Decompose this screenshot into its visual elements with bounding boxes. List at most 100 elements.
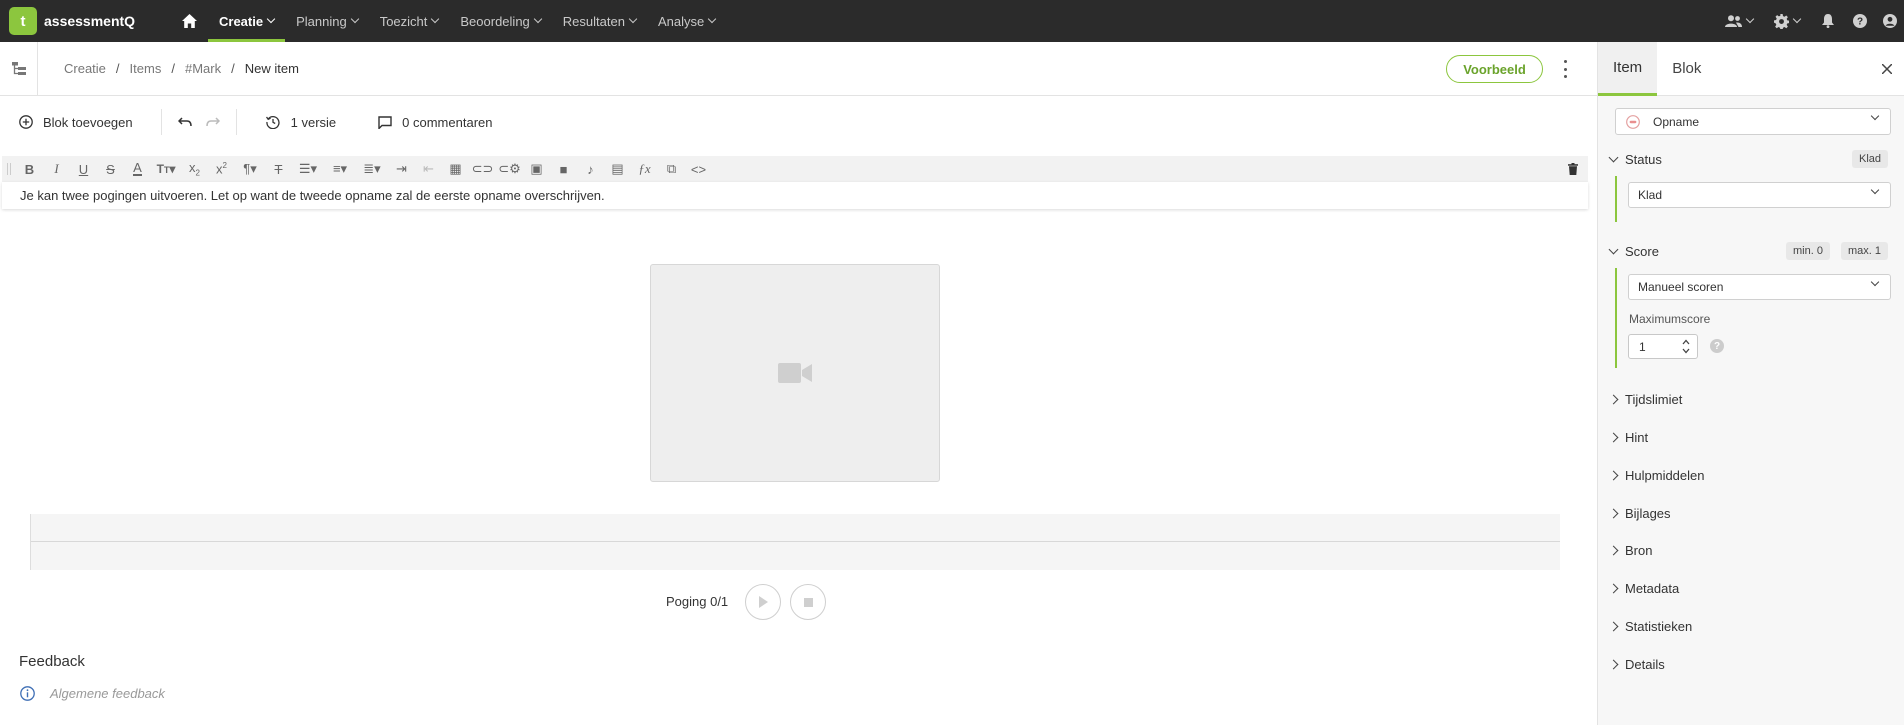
tab-blok[interactable]: Blok: [1657, 42, 1716, 96]
nav-analyse[interactable]: Analyse: [647, 0, 726, 42]
chevron-down-icon: [1745, 14, 1755, 24]
comments-label: 0 commentaren: [402, 114, 493, 130]
chevron-down-icon: [1608, 244, 1619, 255]
bold-icon: B: [24, 161, 35, 177]
stop-button[interactable]: [790, 584, 826, 620]
delete-block-button[interactable]: [1559, 157, 1586, 181]
nav-beoordeling[interactable]: Beoordeling: [449, 0, 551, 42]
versions-button[interactable]: 1 versie: [265, 107, 336, 137]
bullet-list-button[interactable]: ☰▾: [292, 157, 324, 181]
formula-button[interactable]: ƒx: [631, 157, 658, 181]
section-label: Bijlages: [1625, 506, 1671, 521]
score-mode-select[interactable]: Manueel scoren: [1628, 274, 1891, 300]
numbered-list-button[interactable]: ≡▾: [324, 157, 356, 181]
section-statistieken[interactable]: Statistieken: [1608, 619, 1692, 634]
section-hint[interactable]: Hint: [1608, 430, 1648, 445]
section-label: Metadata: [1625, 581, 1680, 596]
section-details[interactable]: Details: [1608, 657, 1665, 672]
section-bron[interactable]: Bron: [1608, 543, 1653, 558]
status-section-toggle[interactable]: Status: [1608, 152, 1662, 167]
item-toolbar: Blok toevoegen 1 versie 0 commentaren: [0, 96, 1597, 148]
drag-handle[interactable]: [2, 157, 16, 181]
clear-format-button[interactable]: T: [265, 157, 292, 181]
nav-toezicht[interactable]: Toezicht: [369, 0, 450, 42]
link-settings-button[interactable]: ⊂⚙: [496, 157, 523, 181]
max-score-input[interactable]: 1: [1628, 334, 1698, 359]
paragraph-format-button[interactable]: ¶▾: [235, 157, 265, 181]
nav-creatie[interactable]: Creatie: [208, 0, 286, 42]
link-button[interactable]: ⊂⊃: [469, 157, 496, 181]
superscript-button[interactable]: x2: [208, 157, 235, 181]
superscript-icon: x2: [216, 161, 227, 177]
nav-planning[interactable]: Planning: [285, 0, 369, 42]
score-mode-value: Manueel scoren: [1638, 280, 1724, 294]
stepper-arrows-icon[interactable]: [1682, 338, 1690, 355]
user-account-button[interactable]: [1876, 0, 1904, 42]
brand-logo[interactable]: t assessmentQ: [0, 0, 160, 42]
score-section-toggle[interactable]: Score: [1608, 244, 1659, 259]
underline-button[interactable]: U: [70, 157, 97, 181]
image-icon: ▣: [530, 161, 543, 176]
question-text[interactable]: Je kan twee pogingen uitvoeren. Let op w…: [2, 182, 1588, 209]
subscript-button[interactable]: x2: [181, 157, 208, 181]
bold-button[interactable]: B: [16, 157, 43, 181]
video-icon: ■: [559, 161, 568, 177]
users-menu[interactable]: [1716, 0, 1762, 42]
status-select[interactable]: Klad: [1628, 182, 1891, 208]
attempt-counter: Poging 0/1: [666, 594, 729, 609]
help-button[interactable]: ?: [1844, 0, 1876, 42]
gear-icon: [1774, 13, 1789, 29]
add-block-button[interactable]: Blok toevoegen: [19, 107, 133, 137]
section-label: Bron: [1625, 543, 1653, 558]
indent-button[interactable]: ⇥: [388, 157, 415, 181]
table-button[interactable]: ▦: [442, 157, 469, 181]
add-block-label: Blok toevoegen: [43, 114, 133, 130]
general-feedback-row[interactable]: Algemene feedback: [20, 686, 165, 701]
nav-label: Resultaten: [562, 13, 625, 29]
comments-button[interactable]: 0 commentaren: [378, 107, 492, 137]
tab-item[interactable]: Item: [1598, 41, 1658, 96]
info-icon: [20, 686, 35, 701]
image-button[interactable]: ▣: [523, 157, 550, 181]
strikethrough-button[interactable]: S: [97, 157, 124, 181]
breadcrumb-creatie[interactable]: Creatie: [64, 61, 106, 76]
breadcrumb-items[interactable]: Items: [130, 61, 162, 76]
preview-button[interactable]: Voorbeeld: [1446, 55, 1543, 83]
section-bijlages[interactable]: Bijlages: [1608, 506, 1671, 521]
notifications-button[interactable]: [1812, 0, 1844, 42]
redo-button[interactable]: [205, 107, 220, 137]
breadcrumb-separator: /: [231, 61, 235, 76]
section-metadata[interactable]: Metadata: [1608, 581, 1680, 596]
plus-circle-icon: [19, 115, 33, 129]
breadcrumb-mark[interactable]: #Mark: [185, 61, 221, 76]
play-button[interactable]: [745, 584, 781, 620]
help-icon[interactable]: ?: [1710, 339, 1724, 353]
more-options-button[interactable]: [1560, 60, 1570, 78]
section-hulpmiddelen[interactable]: Hulpmiddelen: [1608, 468, 1705, 483]
max-score-label: Maximumscore: [1629, 312, 1711, 326]
bell-icon: [1822, 14, 1834, 28]
paragraph-icon: ¶▾: [243, 161, 257, 176]
settings-menu[interactable]: [1762, 0, 1812, 42]
home-button[interactable]: [170, 0, 208, 42]
nav-resultaten[interactable]: Resultaten: [552, 0, 647, 42]
font-color-button[interactable]: A: [124, 157, 151, 181]
italic-button[interactable]: I: [43, 157, 70, 181]
close-panel-button[interactable]: [1881, 58, 1893, 79]
align-button[interactable]: ≣▾: [356, 157, 388, 181]
kebab-icon: [1563, 67, 1567, 71]
chevron-right-icon: [1608, 508, 1619, 519]
item-tree-toggle[interactable]: [0, 41, 38, 96]
video-button[interactable]: ■: [550, 157, 577, 181]
item-type-select[interactable]: Opname: [1615, 108, 1891, 135]
undo-button[interactable]: [177, 107, 192, 137]
waveform-baseline: [31, 541, 1560, 542]
font-size-button[interactable]: TT▾: [151, 157, 181, 181]
glossary-button[interactable]: ⧉: [658, 157, 685, 181]
section-tijdslimiet[interactable]: Tijdslimiet: [1608, 392, 1682, 407]
outdent-button[interactable]: ⇤: [415, 157, 442, 181]
source-code-button[interactable]: <>: [685, 157, 712, 181]
toolbar-divider: [235, 109, 237, 135]
file-button[interactable]: ▤: [604, 157, 631, 181]
audio-button[interactable]: ♪: [577, 157, 604, 181]
